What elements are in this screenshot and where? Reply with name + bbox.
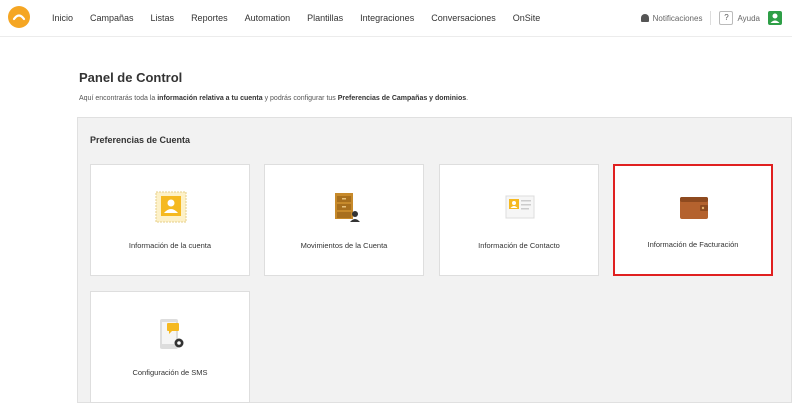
wallet-icon	[678, 191, 710, 223]
nav-plantillas[interactable]: Plantillas	[307, 13, 343, 23]
panel-title: Preferencias de Cuenta	[90, 135, 191, 145]
nav-inicio[interactable]: Inicio	[52, 13, 73, 23]
app-logo[interactable]	[8, 6, 30, 28]
card-contact-info[interactable]: Información de Contacto	[439, 164, 599, 276]
card-label: Configuración de SMS	[132, 368, 208, 377]
account-movements-icon	[329, 191, 361, 223]
card-label: Información de la cuenta	[128, 241, 212, 250]
help-icon[interactable]: ?	[719, 11, 734, 25]
nav-automation[interactable]: Automation	[245, 13, 291, 23]
help-link[interactable]: Ayuda	[737, 14, 760, 23]
nav-reportes[interactable]: Reportes	[191, 13, 228, 23]
nav-onsite[interactable]: OnSite	[513, 13, 541, 23]
card-sms-config[interactable]: Configuración de SMS	[90, 291, 250, 403]
nav-listas[interactable]: Listas	[151, 13, 175, 23]
card-label: Información de Facturación	[647, 240, 739, 249]
divider	[710, 11, 712, 25]
user-avatar-icon[interactable]	[768, 11, 782, 25]
top-navbar: Inicio Campañas Listas Reportes Automati…	[0, 0, 792, 37]
nav-conversaciones[interactable]: Conversaciones	[431, 13, 496, 23]
card-account-info[interactable]: Información de la cuenta	[90, 164, 250, 276]
page-title: Panel de Control	[79, 70, 183, 85]
logo-icon	[12, 14, 26, 21]
account-info-icon	[155, 191, 187, 223]
contact-card-icon	[504, 191, 536, 223]
card-account-movements[interactable]: Movimientos de la Cuenta	[264, 164, 424, 276]
bell-icon[interactable]	[640, 14, 649, 22]
page-description: Aquí encontrarás toda la información rel…	[79, 95, 469, 102]
sms-phone-icon	[155, 318, 187, 350]
card-billing-info[interactable]: Información de Facturación	[613, 164, 773, 276]
main-nav: Inicio Campañas Listas Reportes Automati…	[52, 0, 557, 36]
top-right-actions: Notificaciones ? Ayuda	[640, 0, 782, 36]
nav-integraciones[interactable]: Integraciones	[360, 13, 414, 23]
nav-campanas[interactable]: Campañas	[90, 13, 134, 23]
card-label: Información de Contacto	[478, 241, 560, 250]
notifications-link[interactable]: Notificaciones	[653, 14, 703, 23]
card-label: Movimientos de la Cuenta	[300, 241, 388, 250]
